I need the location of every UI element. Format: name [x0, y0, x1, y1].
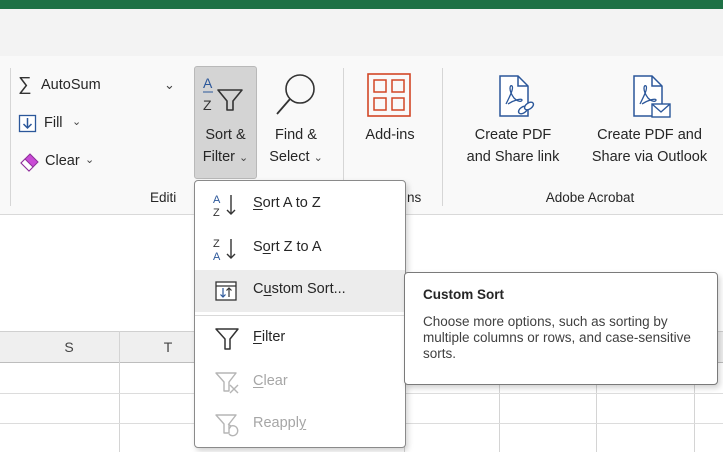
find-select-label-line2: Select ⌄	[262, 146, 330, 169]
create-pdf-share-link-line1: Create PDF	[474, 127, 552, 143]
find-select-label-line1: Find &	[275, 127, 317, 143]
clear-button[interactable]: Clear ⌄	[18, 150, 128, 176]
label-part: S	[253, 239, 263, 255]
create-pdf-outlook-button[interactable]: Create PDF and Share via Outlook	[576, 66, 723, 179]
create-pdf-outlook-line1: Create PDF and	[597, 127, 702, 143]
tab-strip-area	[0, 9, 723, 56]
menu-item-filter[interactable]: Filter	[195, 318, 405, 360]
sort-a-to-z-icon: A Z	[213, 194, 236, 218]
mnemonic: S	[253, 195, 263, 211]
label-part: ort A to Z	[262, 195, 321, 211]
sort-filter-label: Sort & Filter ⌄	[194, 124, 257, 169]
reapply-filter-icon	[215, 414, 239, 437]
svg-text:Z: Z	[213, 207, 220, 218]
fill-label: Fill	[44, 115, 63, 131]
column-divider	[119, 331, 120, 452]
find-select-button[interactable]: Find & Select ⌄	[262, 66, 330, 179]
menu-item-sort-a-to-z[interactable]: A Z Sort A to Z	[195, 184, 405, 226]
svg-text:A: A	[213, 194, 221, 206]
add-ins-button[interactable]: Add-ins	[352, 66, 428, 179]
create-pdf-share-link-label: Create PDF and Share link	[452, 124, 574, 168]
custom-sort-tooltip: Custom Sort Choose more options, such as…	[404, 272, 718, 385]
menu-separator	[195, 315, 405, 316]
pdf-email-icon	[633, 75, 671, 118]
label-part: lear	[263, 373, 288, 389]
menu-item-label: Reapply	[253, 415, 306, 431]
autosum-icon: ∑	[18, 74, 32, 95]
find-select-label: Find & Select ⌄	[262, 124, 330, 169]
mnemonic: y	[298, 415, 307, 431]
menu-item-custom-sort[interactable]: Custom Sort...	[195, 270, 405, 312]
sort-filter-label-line1: Sort &	[205, 127, 246, 143]
adobe-acrobat-group-label: Adobe Acrobat	[545, 190, 635, 205]
add-ins-icon	[367, 73, 411, 117]
add-ins-group-label: ns	[407, 190, 422, 205]
eraser-icon	[20, 153, 39, 172]
autosum-label: AutoSum	[41, 77, 101, 93]
menu-item-clear: Clear	[195, 362, 405, 404]
sort-z-to-a-icon: Z A	[213, 238, 236, 262]
menu-item-label: Sort A to Z	[253, 195, 321, 211]
sort-filter-icon: A Z	[203, 75, 243, 113]
column-header-s[interactable]: S	[20, 331, 118, 363]
menu-item-reapply: Reapply	[195, 404, 405, 446]
custom-sort-icon	[215, 281, 237, 301]
create-pdf-outlook-label: Create PDF and Share via Outlook	[576, 124, 723, 168]
label-part: stom Sort...	[271, 281, 346, 297]
fill-button[interactable]: Fill ⌄	[18, 112, 108, 138]
mnemonic: u	[263, 281, 272, 297]
autosum-button[interactable]: ∑ AutoSum ⌄	[18, 74, 175, 100]
sort-filter-dropdown-icon: ⌄	[239, 152, 249, 164]
svg-text:Z: Z	[203, 97, 212, 113]
find-select-dropdown-icon: ⌄	[313, 152, 323, 164]
menu-item-label: Sort Z to A	[253, 239, 322, 255]
mnemonic: o	[262, 239, 271, 255]
fill-down-icon	[18, 114, 37, 133]
menu-item-sort-z-to-a[interactable]: Z A Sort Z to A	[195, 228, 405, 270]
add-ins-label: Add-ins	[365, 127, 415, 143]
ribbon-group-separator	[442, 68, 443, 206]
mnemonic: F	[253, 329, 262, 345]
svg-text:A: A	[213, 251, 221, 262]
svg-text:Z: Z	[213, 238, 220, 250]
menu-item-label: Custom Sort...	[253, 281, 346, 297]
autosum-dropdown-icon[interactable]: ⌄	[164, 77, 175, 93]
create-pdf-share-link-line2: and Share link	[466, 149, 560, 165]
clear-dropdown-icon: ⌄	[85, 154, 95, 166]
svg-text:A: A	[203, 75, 213, 91]
label-part: Reappl	[253, 415, 299, 431]
filter-icon	[215, 328, 239, 350]
editing-group-label: Editi	[150, 190, 177, 205]
find-select-label-text: Select	[269, 149, 310, 165]
tooltip-body: Choose more options, such as sorting by …	[423, 314, 691, 361]
fill-dropdown-icon: ⌄	[72, 116, 82, 128]
create-pdf-outlook-line2: Share via Outlook	[591, 149, 708, 165]
app-title-strip	[0, 0, 723, 9]
label-part: ilter	[261, 329, 286, 345]
sort-filter-label-text: Filter	[202, 149, 235, 165]
label-part: rt Z to A	[270, 239, 322, 255]
magnifier-icon	[276, 74, 315, 115]
mnemonic: C	[253, 373, 264, 389]
label-part: C	[253, 281, 264, 297]
tooltip-title: Custom Sort	[423, 287, 504, 302]
sort-filter-label-line2: Filter ⌄	[194, 146, 257, 169]
pdf-link-icon	[499, 75, 535, 117]
clear-label: Clear	[45, 153, 80, 169]
ribbon-group-separator	[10, 68, 11, 206]
create-pdf-share-link-button[interactable]: Create PDF and Share link	[452, 66, 574, 179]
clear-filter-icon	[215, 372, 239, 394]
menu-item-label: Clear	[253, 373, 288, 389]
menu-item-label: Filter	[253, 329, 285, 345]
